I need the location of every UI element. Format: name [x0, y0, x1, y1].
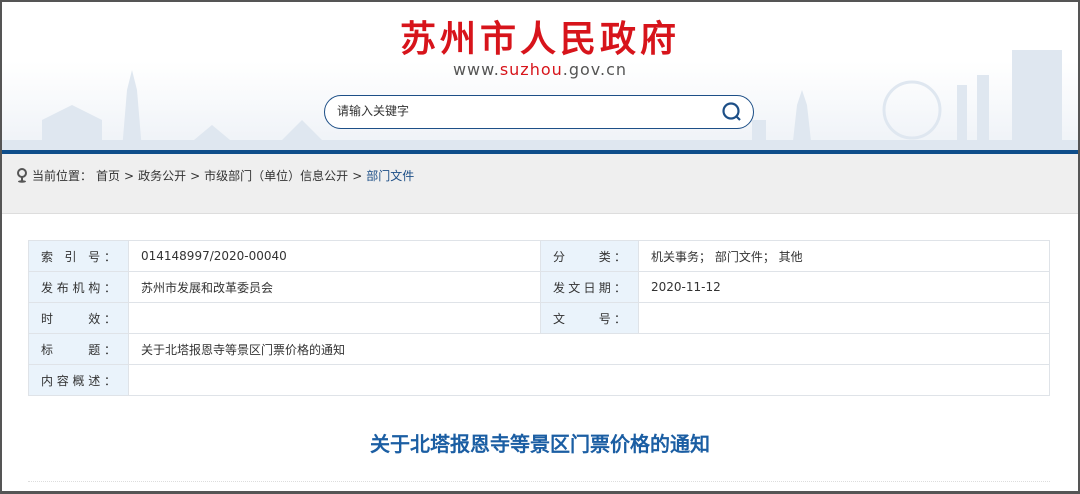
date-label: 发文日期：	[540, 271, 639, 303]
breadcrumb-home[interactable]: 首页	[96, 167, 120, 184]
date-value: 2020-11-12	[638, 271, 1050, 303]
search-box	[324, 95, 754, 129]
breadcrumb-label: 当前位置：	[32, 169, 93, 183]
breadcrumb-sep: >	[190, 168, 201, 183]
url-highlight: suzhou	[499, 60, 563, 79]
publisher-label: 发布机构：	[28, 271, 129, 303]
site-header: 苏州市人民政府 www.suzhou.gov.cn	[2, 2, 1078, 150]
docno-label: 文 号：	[540, 302, 639, 334]
site-url: www.suzhou.gov.cn	[2, 60, 1078, 79]
summary-label: 内容概述：	[28, 364, 129, 396]
breadcrumb-sep: >	[352, 168, 363, 183]
page-frame: 苏州市人民政府 www.suzhou.gov.cn 当前位置： 首页 > 政务公…	[0, 0, 1080, 494]
url-prefix: www.	[452, 60, 500, 79]
index-value: 014148997/2020-00040	[128, 240, 541, 272]
breadcrumb: 当前位置： 首页 > 政务公开 > 市级部门（单位）信息公开 > 部门文件	[16, 167, 414, 184]
summary-value	[128, 364, 1050, 396]
document-info-table: 索 引 号： 014148997/2020-00040 分 类： 机关事务； 部…	[28, 240, 1050, 396]
search-icon[interactable]	[721, 101, 743, 123]
table-row: 标 题： 关于北塔报恩寺等景区门票价格的通知	[28, 333, 1050, 365]
article-title: 关于北塔报恩寺等景区门票价格的通知	[370, 432, 710, 456]
breadcrumb-sep: >	[124, 168, 135, 183]
site-logo[interactable]: 苏州市人民政府	[2, 10, 1078, 62]
title-value: 关于北塔报恩寺等景区门票价格的通知	[128, 333, 1050, 365]
table-row: 发布机构： 苏州市发展和改革委员会 发文日期： 2020-11-12	[28, 271, 1050, 303]
docno-value	[638, 302, 1050, 334]
divider	[28, 481, 1050, 482]
validity-value	[128, 302, 541, 334]
breadcrumb-bar: 当前位置： 首页 > 政务公开 > 市级部门（单位）信息公开 > 部门文件	[2, 154, 1078, 214]
validity-label: 时 效：	[28, 302, 129, 334]
breadcrumb-dept-info[interactable]: 市级部门（单位）信息公开	[204, 167, 348, 184]
table-row: 索 引 号： 014148997/2020-00040 分 类： 机关事务； 部…	[28, 240, 1050, 272]
title-label: 标 题：	[28, 333, 129, 365]
breadcrumb-gov-affairs[interactable]: 政务公开	[138, 167, 186, 184]
table-row: 时 效： 文 号：	[28, 302, 1050, 334]
breadcrumb-current[interactable]: 部门文件	[366, 167, 414, 184]
search-input[interactable]	[337, 104, 697, 118]
location-pin-icon	[17, 168, 27, 183]
table-row: 内容概述：	[28, 364, 1050, 396]
publisher-value: 苏州市发展和改革委员会	[128, 271, 541, 303]
category-label: 分 类：	[540, 240, 639, 272]
url-suffix: .gov.cn	[562, 60, 628, 79]
category-value: 机关事务； 部门文件； 其他	[638, 240, 1050, 272]
index-label: 索 引 号：	[28, 240, 129, 272]
